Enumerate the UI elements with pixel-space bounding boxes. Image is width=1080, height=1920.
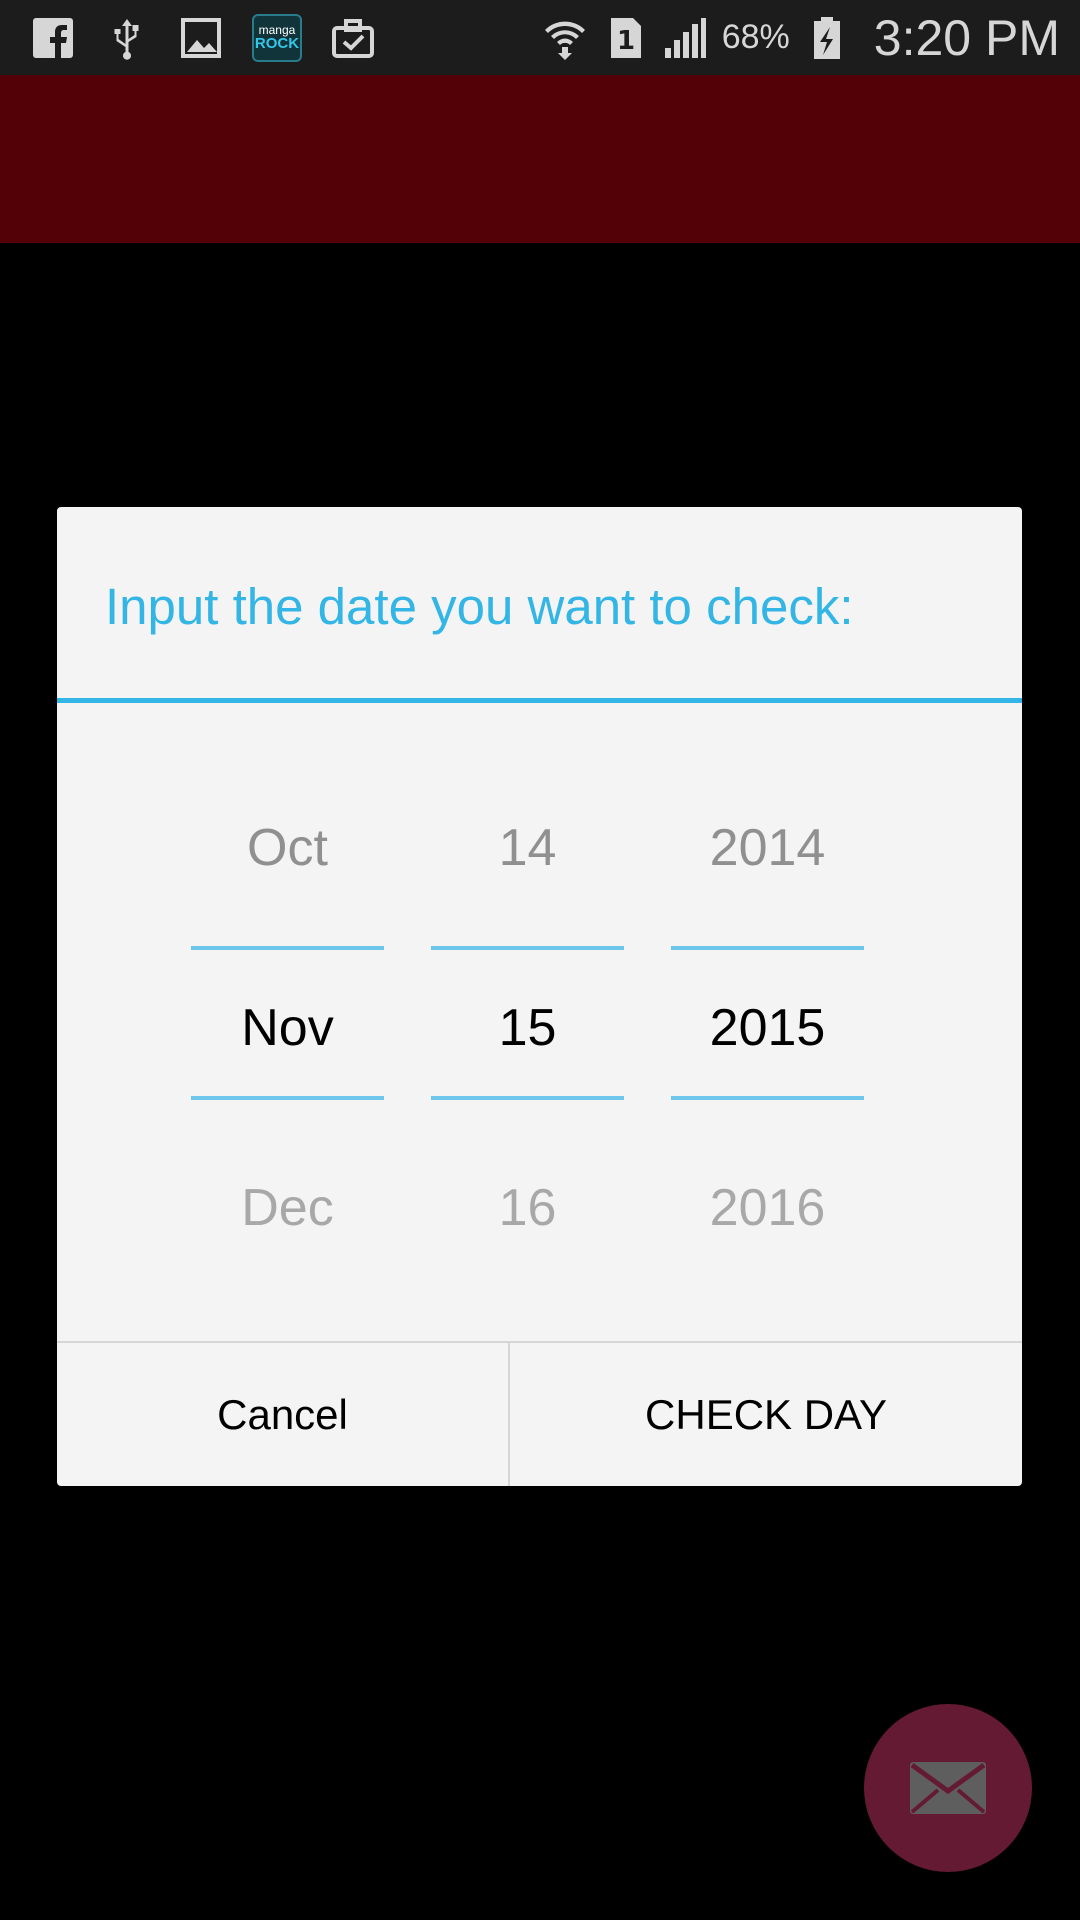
battery-percent: 68% — [721, 18, 790, 56]
cancel-button[interactable]: Cancel — [57, 1343, 510, 1486]
status-clock: 3:20 PM — [873, 9, 1060, 66]
gallery-icon — [178, 15, 224, 61]
day-current-value[interactable]: 15 — [431, 998, 624, 1058]
day-selection-bottom-line — [431, 1096, 624, 1100]
month-prev-value[interactable]: Oct — [191, 818, 384, 878]
month-selection-bottom-line — [191, 1096, 384, 1100]
year-selection-bottom-line — [671, 1096, 864, 1100]
year-next-value[interactable]: 2016 — [671, 1178, 864, 1238]
manga-icon-line2: ROCK — [254, 35, 300, 52]
system-icons: 1 68% 3:20 PM — [542, 9, 1060, 67]
usb-icon — [104, 15, 150, 61]
sim-label: 1 — [617, 26, 635, 56]
briefcase-check-icon — [330, 15, 376, 61]
day-next-value[interactable]: 16 — [431, 1178, 624, 1238]
date-picker-dialog: Input the date you want to check: Oct No… — [57, 507, 1022, 1486]
check-day-button[interactable]: CHECK DAY — [510, 1343, 1022, 1486]
battery-charging-icon — [804, 15, 850, 61]
facebook-icon — [30, 15, 76, 61]
year-picker[interactable]: 2014 2015 2016 — [671, 703, 864, 1293]
year-current-value[interactable]: 2015 — [671, 998, 864, 1058]
dialog-button-bar: Cancel CHECK DAY — [57, 1341, 1022, 1486]
signal-icon — [662, 15, 708, 61]
month-selection-top-line — [191, 946, 384, 950]
month-current-value[interactable]: Nov — [191, 998, 384, 1058]
year-prev-value[interactable]: 2014 — [671, 818, 864, 878]
month-next-value[interactable]: Dec — [191, 1178, 384, 1238]
mail-icon — [910, 1762, 986, 1814]
notification-icons: manga ROCK — [30, 13, 376, 62]
status-bar: manga ROCK 1 68% 3:20 PM — [0, 0, 1080, 75]
mail-fab-button[interactable] — [864, 1704, 1032, 1872]
dialog-title: Input the date you want to check: — [105, 578, 854, 635]
day-prev-value[interactable]: 14 — [431, 818, 624, 878]
manga-rock-icon: manga ROCK — [252, 13, 302, 62]
app-toolbar — [0, 75, 1080, 243]
day-selection-top-line — [431, 946, 624, 950]
year-selection-top-line — [671, 946, 864, 950]
month-picker[interactable]: Oct Nov Dec — [191, 703, 384, 1293]
day-picker[interactable]: 14 15 16 — [431, 703, 624, 1293]
wifi-icon — [542, 15, 588, 61]
sim1-icon: 1 — [602, 15, 648, 61]
